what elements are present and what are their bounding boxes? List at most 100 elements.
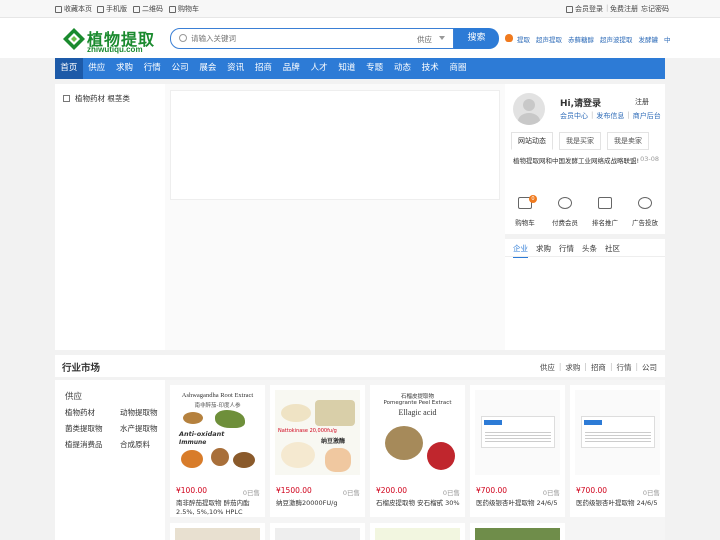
- product-image[interactable]: [475, 390, 560, 475]
- news-title: 植物提取网和中国发酵工业网络成战略联盟!: [513, 157, 640, 165]
- hot-keyword[interactable]: 提取: [517, 34, 530, 44]
- product-name[interactable]: 纳豆激酶20000FU/g: [276, 499, 362, 519]
- search-box: 供应: [170, 28, 454, 49]
- search-input[interactable]: [191, 31, 391, 46]
- quick-ad[interactable]: 广告投放: [625, 195, 665, 233]
- nav-news[interactable]: 资讯: [222, 58, 250, 79]
- search-button[interactable]: 搜索: [454, 28, 499, 49]
- nav-invest[interactable]: 招商: [250, 58, 278, 79]
- category-group-title: 供应: [65, 392, 83, 402]
- product-image[interactable]: Nattokinase 20,000fu/g 纳豆激酶: [275, 390, 360, 475]
- product-card[interactable]: Ashwagandha Root Extract 南非醉茄-印度人参 Anti-…: [170, 385, 265, 517]
- avatar[interactable]: [513, 93, 545, 125]
- product-card[interactable]: [370, 523, 465, 540]
- powder-shape: [315, 400, 355, 426]
- market-link-supply[interactable]: 供应: [540, 362, 555, 373]
- category-item[interactable]: 植物药材 根茎类: [63, 93, 130, 104]
- nav-circle[interactable]: 商圈: [444, 58, 472, 79]
- hot-keyword[interactable]: 发酵罐: [639, 34, 659, 44]
- cart-link[interactable]: 购物车: [169, 4, 199, 14]
- product-image[interactable]: Ashwagandha Root Extract 南非醉茄-印度人参 Anti-…: [175, 390, 260, 475]
- market-link-company[interactable]: 公司: [642, 362, 657, 373]
- product-name[interactable]: 医药级银杏叶提取物 24/6/5: [576, 499, 662, 519]
- product-card[interactable]: ¥700.00 0已售 医药级银杏叶提取物 24/6/5: [470, 385, 565, 517]
- link-divider: |: [584, 362, 587, 371]
- header: 植物提取 zhiwutiqu.com 供应 搜索 提取 超声提取 赤藓糖醇 超声…: [0, 18, 720, 58]
- nav-talent[interactable]: 人才: [305, 58, 333, 79]
- tab-seller[interactable]: 我是卖家: [607, 132, 649, 150]
- quick-vip[interactable]: 付费会员: [545, 195, 585, 233]
- product-sold: 0已售: [242, 489, 260, 497]
- category-link[interactable]: 动物提取物: [120, 407, 164, 423]
- product-image[interactable]: [575, 390, 660, 475]
- tab-site-news[interactable]: 网站动态: [511, 132, 553, 150]
- member-center-link[interactable]: 会员中心: [560, 111, 588, 121]
- nav-knowledge[interactable]: 知道: [333, 58, 361, 79]
- product-image[interactable]: [275, 528, 360, 540]
- category-link[interactable]: 植物药材: [65, 407, 120, 423]
- product-price: ¥100.00: [176, 486, 208, 495]
- nav-supply[interactable]: 供应: [83, 58, 111, 79]
- category-link[interactable]: 植提消费品: [65, 439, 120, 455]
- hot-keyword[interactable]: 赤藓糖醇: [568, 34, 594, 44]
- product-card[interactable]: [270, 523, 365, 540]
- product-name[interactable]: 医药级银杏叶提取物 24/6/5: [476, 499, 562, 519]
- search-scope-select[interactable]: 供应: [417, 34, 432, 45]
- product-card[interactable]: Nattokinase 20,000fu/g 纳豆激酶 ¥1500.00 0已售…: [270, 385, 365, 517]
- nav-market[interactable]: 行情: [138, 58, 166, 79]
- product-card[interactable]: [470, 523, 565, 540]
- product-sold: 0已售: [642, 489, 660, 497]
- hot-keyword[interactable]: 超声波提取: [600, 34, 633, 44]
- product-image[interactable]: [375, 528, 460, 540]
- product-image[interactable]: 石榴皮提取物 Pomegrante Peel Extract Ellagic a…: [375, 390, 460, 475]
- nav-exhibition[interactable]: 展会: [194, 58, 222, 79]
- mobile-link[interactable]: 手机版: [97, 4, 127, 14]
- market-link-price[interactable]: 行情: [616, 362, 631, 373]
- product-card[interactable]: 石榴皮提取物 Pomegrante Peel Extract Ellagic a…: [370, 385, 465, 517]
- nav-company[interactable]: 公司: [166, 58, 194, 79]
- herb-shape: [233, 452, 255, 468]
- register-link[interactable]: 免费注册: [610, 4, 638, 14]
- login-greeting[interactable]: Hi,请登录: [560, 96, 601, 109]
- product-card[interactable]: ¥700.00 0已售 医药级银杏叶提取物 24/6/5: [570, 385, 665, 517]
- publish-link[interactable]: 发布信息: [596, 111, 624, 121]
- forgot-password-link[interactable]: 忘记密码: [641, 4, 669, 14]
- market-link-invest[interactable]: 招商: [591, 362, 606, 373]
- tab-buyer[interactable]: 我是买家: [559, 132, 601, 150]
- market-link-buy[interactable]: 求购: [565, 362, 580, 373]
- top-bar: 收藏本页 手机版 二维码 购物车 会员登录 | 免费注册 | 忘记密码: [0, 0, 720, 18]
- site-logo[interactable]: 植物提取 zhiwutiqu.com: [62, 27, 154, 54]
- product-price: ¥200.00: [376, 486, 408, 495]
- favorite-link[interactable]: 收藏本页: [55, 4, 92, 14]
- quick-cart[interactable]: 0 购物车: [505, 195, 545, 233]
- nav-tech[interactable]: 技术: [416, 58, 444, 79]
- hot-keyword[interactable]: 超声提取: [536, 34, 562, 44]
- banner-slot[interactable]: [170, 90, 500, 200]
- category-link[interactable]: 合成原料: [120, 439, 164, 455]
- nav-topic[interactable]: 专题: [361, 58, 389, 79]
- product-name[interactable]: 石榴皮提取物 安石榴甙 30%: [376, 499, 462, 519]
- product-image[interactable]: [175, 528, 260, 540]
- nav-brand[interactable]: 品牌: [277, 58, 305, 79]
- chevron-down-icon: [439, 36, 445, 40]
- quick-rank[interactable]: 排名推广: [585, 195, 625, 233]
- product-image[interactable]: [475, 528, 560, 540]
- nav-buy[interactable]: 求购: [111, 58, 139, 79]
- merchant-admin-link[interactable]: 商户后台: [633, 111, 661, 121]
- hot-keyword[interactable]: 中: [664, 34, 671, 44]
- rank-icon: [598, 197, 612, 209]
- news-item[interactable]: 植物提取网和中国发酵工业网络成战略联盟! 03-08: [513, 155, 659, 165]
- category-link[interactable]: 菌类提取物: [65, 423, 120, 439]
- product-name[interactable]: 南非醉茄提取物 醉茄内酯2.5%, 5%,10% HPLC: [176, 499, 262, 519]
- category-link[interactable]: 水产提取物: [120, 423, 164, 439]
- link-divider: |: [558, 362, 562, 371]
- qrcode-link[interactable]: 二维码: [133, 4, 163, 14]
- category-grid: 植物药材 动物提取物 菌类提取物 水产提取物 植提消费品 合成原料: [65, 407, 165, 455]
- nav-dynamic[interactable]: 动态: [389, 58, 417, 79]
- main-nav: 首页 供应 求购 行情 公司 展会 资讯 招商 品牌 人才 知道 专题 动态 技…: [55, 58, 665, 79]
- product-card[interactable]: [170, 523, 265, 540]
- register-button[interactable]: 注册: [635, 97, 649, 107]
- herb-shape: [183, 412, 203, 424]
- login-link[interactable]: 会员登录: [566, 4, 603, 14]
- nav-home[interactable]: 首页: [55, 58, 83, 79]
